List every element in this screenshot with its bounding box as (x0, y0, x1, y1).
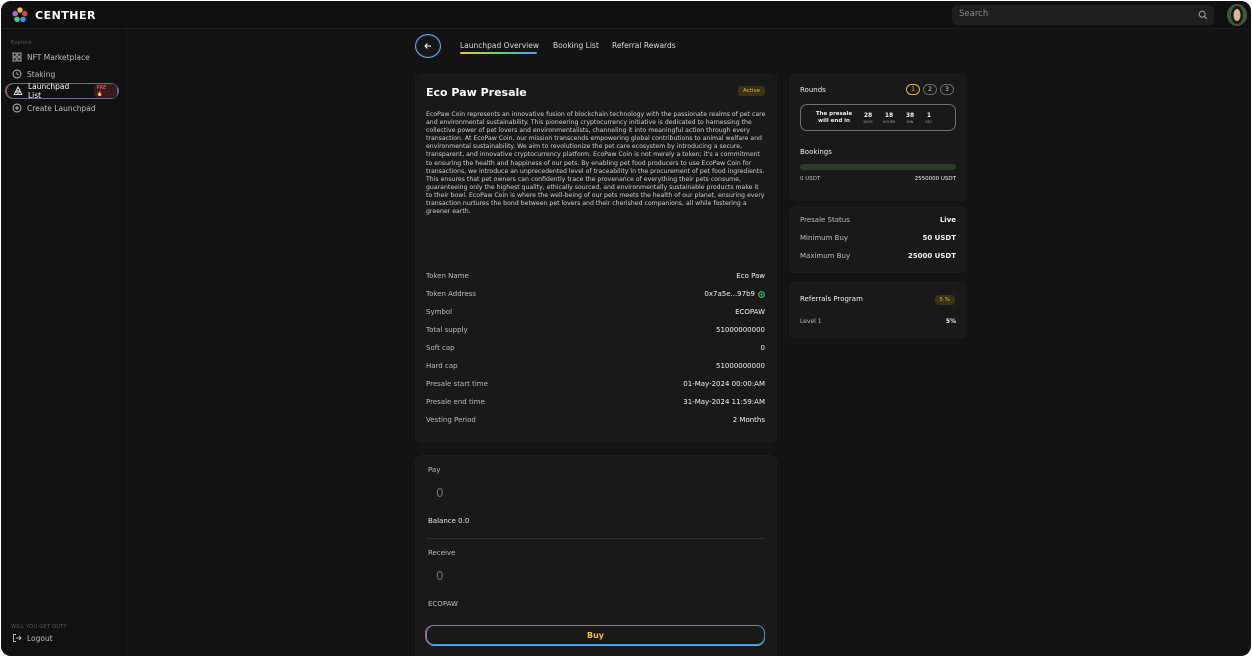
avatar-image (1227, 4, 1247, 26)
round-pill-1[interactable]: 1 (906, 84, 920, 95)
logout-icon (13, 634, 22, 642)
sidebar-item-staking[interactable]: Staking (6, 66, 118, 82)
presale-card: Eco Paw Presale Active EcoPaw Coin repre… (415, 73, 777, 443)
referral-level-label: Level 1 (800, 318, 822, 325)
bookings-progress-bar (800, 164, 956, 170)
round-pill-2[interactable]: 2 (923, 84, 937, 95)
top-bar: CENTHER Search (1, 1, 1251, 29)
sidebar-item-label: Staking (27, 69, 56, 79)
detail-value: 01-May-2024 00:00:AM (683, 380, 765, 388)
receive-label: Receive (428, 549, 456, 557)
detail-value: 2 Months (732, 416, 765, 424)
detail-value: 31-May-2024 11:59:AM (683, 398, 765, 406)
app-window: CENTHER Search Explore NFT Marketplace S… (1, 1, 1251, 656)
search-icon[interactable] (1198, 10, 1208, 20)
brand[interactable]: CENTHER (11, 6, 96, 24)
tab-referral-rewards[interactable]: Referral Rewards (612, 41, 676, 50)
sidebar-section-label: Explore (11, 40, 32, 46)
pre-badge: PRE 🔥 (93, 84, 117, 98)
countdown-hours: 18 (884, 112, 894, 119)
detail-label: Token Address (426, 290, 477, 298)
detail-label: Symbol (426, 308, 453, 316)
receive-token: ECOPAW (428, 600, 458, 608)
countdown-seconds: 1 (926, 112, 932, 119)
grid-icon (12, 52, 22, 62)
receive-input[interactable]: 0 (436, 569, 444, 583)
bookings-max: 2550000 USDT (914, 176, 956, 182)
detail-label: Presale end time (426, 398, 485, 406)
bookings-label: Bookings (800, 148, 832, 156)
referrals-card: Referrals Program 5 % Level 1 5% (789, 281, 967, 339)
presale-title: Eco Paw Presale (426, 86, 527, 99)
rounds-label: Rounds (800, 86, 826, 94)
bookings-min: 0 USDT (800, 176, 821, 182)
add-circle-icon (12, 103, 22, 113)
status-value: 50 USDT (922, 234, 957, 242)
search-input[interactable]: Search (952, 5, 1214, 25)
countdown-unit: DAYS (863, 120, 873, 124)
staking-icon (12, 69, 22, 79)
arrow-left-icon (424, 43, 431, 49)
countdown-unit: SEC (925, 120, 933, 124)
sidebar: Explore NFT Marketplace Staking Launchpa (1, 29, 127, 656)
detail-label: Soft cap (426, 344, 455, 352)
pay-label: Pay (428, 466, 441, 474)
sidebar-item-create-launchpad[interactable]: Create Launchpad (6, 100, 118, 116)
detail-value: Eco Paw (736, 272, 765, 280)
status-badge: Active (737, 86, 765, 96)
tab-launchpad-overview[interactable]: Launchpad Overview (460, 41, 539, 50)
presale-description: EcoPaw Coin represents an innovative fus… (426, 111, 766, 216)
tab-booking-list[interactable]: Booking List (553, 41, 599, 50)
referrals-label: Referrals Program (800, 295, 863, 303)
search-placeholder: Search (959, 9, 989, 19)
brand-name: CENTHER (35, 8, 96, 22)
sidebar-item-label: Launchpad List (28, 82, 70, 100)
token-address-value: 0x7a5e...97b9 (704, 290, 755, 298)
status-value: Live (939, 216, 956, 224)
active-tab-indicator (460, 52, 537, 54)
detail-label: Vesting Period (426, 416, 476, 424)
sidebar-item-label: NFT Marketplace (27, 52, 90, 62)
detail-label: Presale start time (426, 380, 488, 388)
copy-icon[interactable] (758, 291, 765, 298)
status-label: Presale Status (800, 216, 850, 224)
countdown-minutes: 38 (905, 112, 915, 119)
sidebar-item-launchpad-list[interactable]: Launchpad List PRE 🔥 (6, 82, 118, 100)
status-label: Maximum Buy (800, 252, 851, 260)
sidebar-item-label: Create Launchpad (27, 103, 96, 113)
logout-label: Logout (27, 633, 53, 643)
logout-button[interactable]: Logout (6, 630, 118, 646)
countdown-timer: The presale will end in 28 DAYS 18 HOURS… (800, 104, 956, 131)
status-label: Minimum Buy (800, 234, 849, 242)
back-button[interactable] (415, 34, 441, 58)
detail-label: Total supply (426, 326, 468, 334)
detail-value: ECOPAW (735, 308, 765, 316)
countdown-unit: HOURS (882, 120, 896, 124)
trade-card: Pay 0 Balance 0.0 Receive 0 ECOPAW Buy (415, 455, 777, 656)
buy-button[interactable]: Buy (426, 625, 765, 645)
referrals-badge: 5 % (934, 295, 955, 305)
countdown-unit: MIN (906, 120, 914, 124)
detail-label: Token Name (426, 272, 469, 280)
detail-label: Hard cap (426, 362, 458, 370)
detail-value: 51000000000 (716, 326, 765, 334)
countdown-label: The presale will end in (815, 111, 853, 124)
round-pill-3[interactable]: 3 (940, 84, 954, 95)
detail-value: 0 (760, 344, 765, 352)
brand-logo-icon (12, 7, 28, 23)
sidebar-item-nft-marketplace[interactable]: NFT Marketplace (6, 49, 118, 65)
presale-status-card: Presale Status Live Minimum Buy 50 USDT … (789, 206, 967, 273)
rounds-card: Rounds 1 2 3 The presale will end in 28 … (789, 73, 967, 201)
countdown-days: 28 (863, 112, 873, 119)
pay-input[interactable]: 0 (436, 486, 444, 500)
launchpad-icon (13, 86, 23, 96)
referral-level-value: 5% (945, 318, 956, 325)
balance-text: Balance 0.0 (428, 517, 470, 525)
avatar[interactable] (1227, 4, 1247, 26)
status-value: 25000 USDT (907, 252, 956, 260)
divider (426, 538, 765, 539)
detail-value: 51000000000 (716, 362, 765, 370)
